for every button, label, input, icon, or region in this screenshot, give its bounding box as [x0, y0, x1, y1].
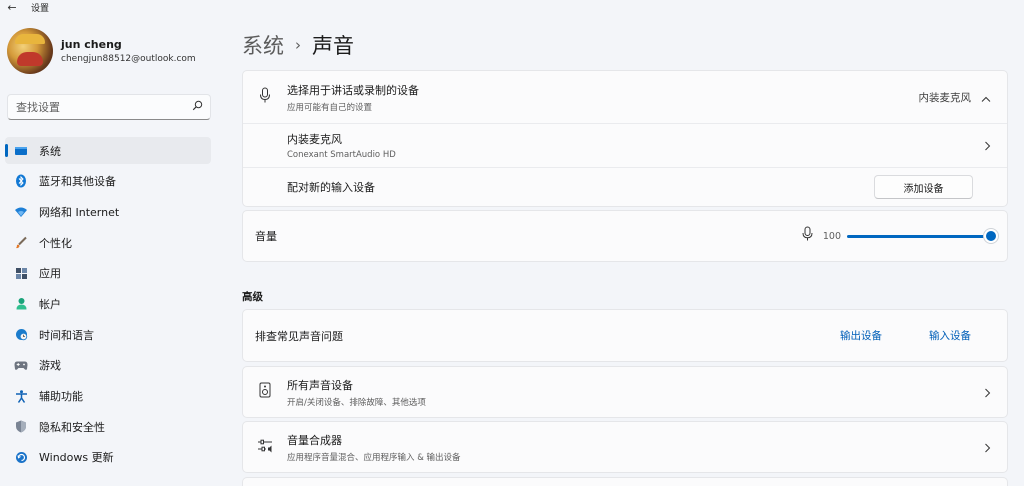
title-bar: ← 设置: [0, 0, 1024, 14]
nav-item-label: 隐私和安全性: [39, 420, 105, 434]
nav-item-label: 应用: [39, 267, 61, 281]
troubleshoot-label: 排查常见声音问题: [255, 329, 343, 343]
all-devices-title: 所有声音设备: [287, 378, 353, 392]
all-sound-devices-card[interactable]: 所有声音设备 开启/关闭设备、排除故障、其他选项: [242, 366, 1008, 418]
nav-item-label: 帐户: [39, 297, 61, 311]
volume-label: 音量: [255, 230, 277, 243]
nav-item-network[interactable]: 网络和 Internet: [5, 198, 211, 225]
nav-item-label: 辅助功能: [39, 390, 83, 403]
input-device-item[interactable]: 内装麦克风 Conexant SmartAudio HD: [243, 123, 1007, 167]
nav-item-label: 游戏: [39, 359, 61, 373]
device-name: 内装麦克风: [287, 133, 342, 146]
nav-item-label: 时间和语言: [39, 328, 94, 342]
volume-value: 100: [822, 230, 841, 242]
windows-update-icon: [14, 450, 28, 464]
input-device-title: 选择用于讲话或录制的设备: [287, 83, 419, 97]
breadcrumb-parent[interactable]: 系统: [242, 30, 284, 60]
nav-item-system[interactable]: 系统: [5, 137, 211, 164]
pair-input-row: 配对新的输入设备 添加设备: [243, 167, 1007, 206]
output-devices-link[interactable]: 输出设备: [840, 328, 882, 343]
mixer-icon: [257, 438, 273, 457]
user-profile[interactable]: jun cheng chengjun88512@outlook.com: [7, 28, 196, 74]
back-arrow-icon: ←: [7, 0, 17, 14]
selected-input-device: 内装麦克风: [918, 91, 972, 104]
page-title: 声音: [312, 34, 354, 58]
breadcrumb: 系统 › 声音: [242, 30, 354, 60]
nav-item-windows-update[interactable]: Windows 更新: [5, 444, 211, 471]
chevron-right-icon: ›: [295, 36, 301, 54]
nav-item-privacy[interactable]: 隐私和安全性: [5, 413, 211, 440]
chevron-up-icon[interactable]: [981, 88, 991, 107]
chevron-right-icon: [984, 136, 991, 155]
nav-item-apps[interactable]: 应用: [5, 260, 211, 287]
nav-item-label: Windows 更新: [39, 451, 114, 465]
input-device-header[interactable]: 选择用于讲话或录制的设备 应用可能有自己的设置 内装麦克风: [243, 71, 1007, 123]
device-description: Conexant SmartAudio HD: [287, 150, 396, 160]
input-device-card: 选择用于讲话或录制的设备 应用可能有自己的设置 内装麦克风 内装麦克风 Cone…: [242, 70, 1008, 207]
mixer-subtitle: 应用程序音量混合、应用程序输入 & 输出设备: [287, 452, 461, 463]
search-icon[interactable]: [188, 100, 206, 114]
search-input[interactable]: [8, 100, 188, 114]
app-title: 设置: [31, 3, 50, 14]
gamepad-icon: [14, 358, 28, 372]
volume-card: 音量 100: [242, 210, 1008, 262]
advanced-section-label: 高级: [242, 291, 263, 303]
bluetooth-icon: [14, 174, 28, 188]
globe-clock-icon: [14, 328, 28, 342]
nav-item-accounts[interactable]: 帐户: [5, 290, 211, 317]
nav-item-bluetooth[interactable]: 蓝牙和其他设备: [5, 168, 211, 195]
monitor-icon: [14, 144, 28, 158]
nav-item-label: 网络和 Internet: [39, 205, 120, 219]
input-device-subtitle: 应用可能有自己的设置: [287, 102, 373, 113]
nav-item-personalization[interactable]: 个性化: [5, 229, 211, 256]
avatar: [7, 28, 53, 74]
troubleshoot-card: 排查常见声音问题 输出设备 输入设备: [242, 309, 1008, 362]
wifi-icon: [14, 205, 28, 219]
next-setting-card[interactable]: [242, 477, 1008, 486]
shield-icon: [14, 420, 28, 434]
apps-icon: [14, 266, 28, 280]
nav-item-accessibility[interactable]: 辅助功能: [5, 383, 211, 410]
brush-icon: [14, 236, 28, 250]
input-devices-link[interactable]: 输入设备: [929, 328, 971, 343]
chevron-right-icon: [984, 438, 991, 457]
user-name: jun cheng: [61, 38, 122, 51]
all-devices-subtitle: 开启/关闭设备、排除故障、其他选项: [287, 397, 426, 408]
microphone-icon[interactable]: [802, 226, 813, 246]
sidebar: jun cheng chengjun88512@outlook.com 系统 蓝…: [0, 14, 220, 486]
person-icon: [14, 297, 28, 311]
nav-list: 系统 蓝牙和其他设备 网络和 Internet 个性化 应用 帐户 时间和语言 …: [5, 137, 211, 475]
mixer-title: 音量合成器: [287, 433, 342, 447]
back-button[interactable]: ←: [5, 0, 19, 14]
nav-item-label: 个性化: [39, 236, 72, 250]
speaker-icon: [259, 382, 271, 402]
chevron-right-icon: [984, 383, 991, 402]
user-email: chengjun88512@outlook.com: [61, 54, 196, 64]
nav-item-gaming[interactable]: 游戏: [5, 352, 211, 379]
accessibility-icon: [14, 389, 28, 403]
add-device-button[interactable]: 添加设备: [874, 175, 973, 199]
volume-mixer-card[interactable]: 音量合成器 应用程序音量混合、应用程序输入 & 输出设备: [242, 421, 1008, 473]
search-box: [7, 94, 211, 120]
nav-item-time-language[interactable]: 时间和语言: [5, 321, 211, 348]
volume-slider[interactable]: [847, 230, 996, 241]
nav-item-label: 系统: [39, 144, 61, 158]
nav-item-label: 蓝牙和其他设备: [39, 175, 116, 189]
microphone-icon: [259, 87, 271, 108]
volume-slider-thumb[interactable]: [986, 230, 996, 241]
pair-input-label: 配对新的输入设备: [287, 181, 375, 194]
